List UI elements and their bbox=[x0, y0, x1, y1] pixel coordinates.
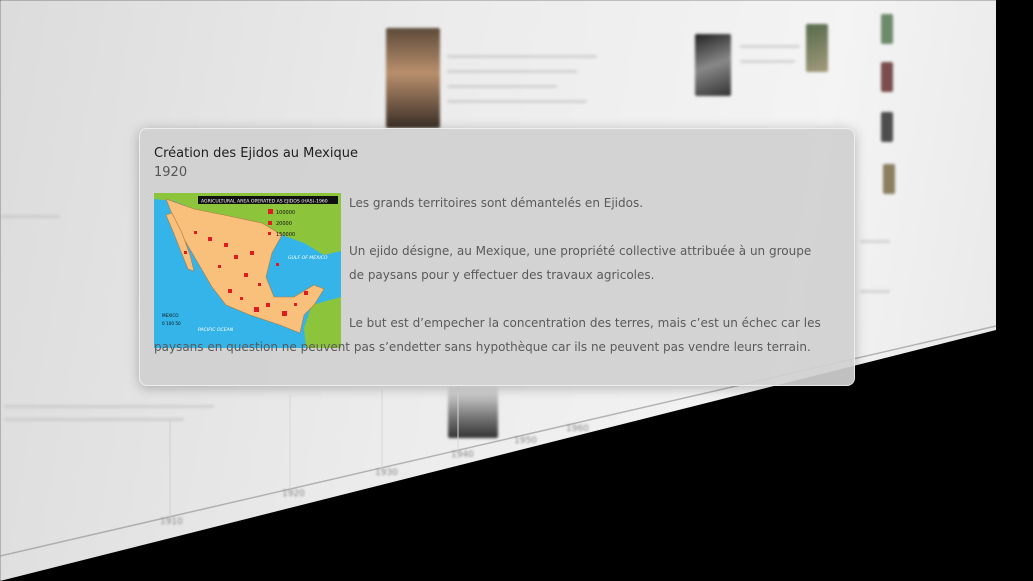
event-photo-thumbnail[interactable] bbox=[883, 164, 895, 194]
blurred-text bbox=[447, 70, 577, 73]
blurred-text bbox=[447, 85, 557, 88]
timeline-tick-label: 1920 bbox=[282, 489, 305, 499]
timeline-tick-label: 1910 bbox=[160, 517, 183, 527]
timeline-tick-label: 1950 bbox=[514, 436, 537, 446]
event-photo-thumbnail[interactable] bbox=[881, 62, 893, 92]
event-photo-thumbnail[interactable] bbox=[881, 14, 893, 44]
timeline-tick-label: 1940 bbox=[451, 450, 474, 460]
event-portrait-thumbnail[interactable] bbox=[386, 28, 440, 128]
blurred-text bbox=[4, 405, 214, 408]
event-popup-card[interactable]: Création des Ejidos au Mexique 1920 AGRI… bbox=[139, 128, 855, 386]
event-title: Création des Ejidos au Mexique bbox=[154, 146, 358, 161]
blurred-text bbox=[860, 290, 890, 293]
description-paragraph: Un ejido désigne, au Mexique, une propri… bbox=[349, 244, 812, 282]
event-photo-thumbnail[interactable] bbox=[695, 34, 731, 96]
blurred-text bbox=[740, 60, 795, 63]
blurred-text bbox=[447, 55, 597, 58]
event-photo-thumbnail[interactable] bbox=[806, 24, 828, 72]
blurred-text bbox=[0, 215, 60, 218]
timeline-tick-label: 1960 bbox=[566, 424, 589, 434]
description-paragraph: Les grands territoires sont démantelés e… bbox=[349, 196, 644, 210]
blurred-text bbox=[740, 45, 800, 48]
timeline-tick-label: 1930 bbox=[375, 468, 398, 478]
event-photo-thumbnail[interactable] bbox=[881, 112, 893, 142]
blurred-text bbox=[860, 240, 890, 243]
event-year: 1920 bbox=[154, 165, 188, 180]
event-description: Les grands territoires sont démantelés e… bbox=[154, 191, 826, 359]
blurred-text bbox=[447, 100, 587, 103]
description-paragraph: Le but est d’empecher la concentration d… bbox=[154, 316, 821, 354]
blurred-text bbox=[4, 418, 184, 421]
event-photo-thumbnail[interactable] bbox=[448, 386, 498, 438]
